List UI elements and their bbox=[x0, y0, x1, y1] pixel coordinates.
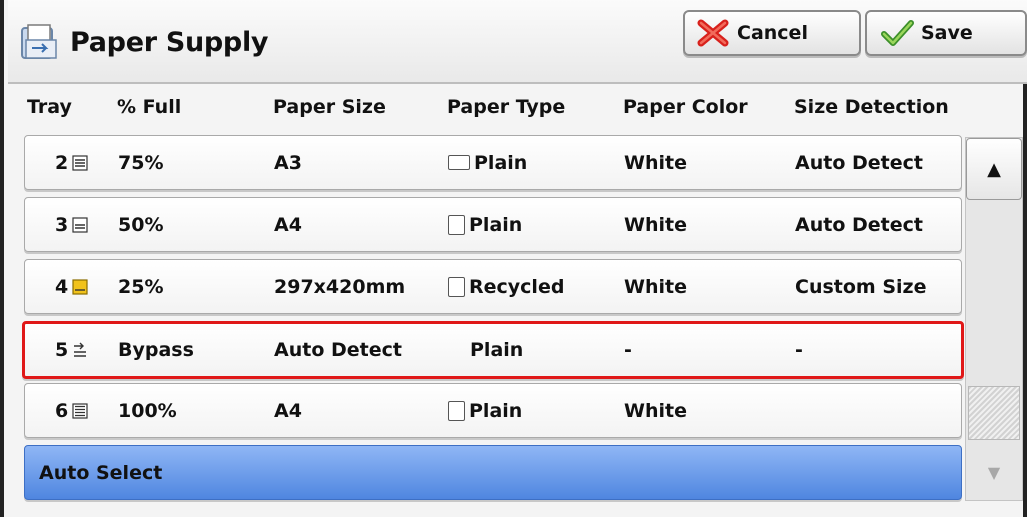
paper-type: Plain bbox=[469, 213, 523, 236]
triangle-up-icon: ▲ bbox=[987, 158, 1001, 180]
tray-level-icon bbox=[72, 154, 88, 171]
auto-select-label: Auto Select bbox=[39, 461, 163, 484]
paper-type: Recycled bbox=[469, 275, 565, 298]
paper-size: A3 bbox=[274, 151, 302, 174]
tray-number: 6 bbox=[55, 399, 69, 422]
paper-size: A4 bbox=[274, 213, 302, 236]
paper-supply-icon bbox=[21, 24, 57, 59]
page-title: Paper Supply bbox=[70, 27, 269, 58]
portrait-paper-icon bbox=[448, 276, 465, 297]
bypass-tray-icon bbox=[74, 342, 87, 357]
scroll-down-button[interactable]: ▼ bbox=[966, 444, 1022, 500]
tray-low-icon bbox=[72, 278, 88, 295]
save-button[interactable]: Save bbox=[865, 10, 1027, 56]
column-header-paper-size: Paper Size bbox=[273, 96, 386, 118]
header-bar: Paper Supply Cancel Save bbox=[8, 0, 1027, 84]
tray-level-icon bbox=[72, 216, 88, 233]
percent-full: 25% bbox=[118, 275, 164, 298]
percent-full: 75% bbox=[118, 151, 164, 174]
tray-row-3[interactable]: 3 50% A4 Plain White Auto Detect bbox=[24, 197, 962, 252]
paper-color: White bbox=[624, 213, 687, 236]
landscape-paper-icon bbox=[448, 155, 470, 170]
scroll-up-button[interactable]: ▲ bbox=[966, 138, 1022, 200]
portrait-paper-icon bbox=[448, 214, 465, 235]
tray-row-2[interactable]: 2 75% A3 Plain White Auto Detect bbox=[24, 135, 962, 190]
tray-number: 2 bbox=[55, 151, 69, 174]
column-header-tray: Tray bbox=[27, 96, 72, 118]
tray-row-6[interactable]: 6 100% A4 Plain White bbox=[24, 383, 962, 438]
cancel-x-icon bbox=[697, 19, 729, 47]
size-detection: - bbox=[795, 339, 803, 361]
paper-size: Auto Detect bbox=[274, 339, 402, 361]
save-label: Save bbox=[921, 22, 973, 44]
size-detection: Auto Detect bbox=[795, 151, 923, 174]
column-header-size-detection: Size Detection bbox=[794, 96, 949, 118]
paper-color: White bbox=[624, 151, 687, 174]
scroll-thumb[interactable] bbox=[968, 386, 1020, 440]
auto-select-row[interactable]: Auto Select bbox=[24, 445, 962, 500]
percent-full: 50% bbox=[118, 213, 164, 236]
tray-number: 5 bbox=[55, 339, 69, 361]
paper-color: White bbox=[624, 399, 687, 422]
checkmark-icon bbox=[881, 20, 914, 46]
column-header-full: % Full bbox=[117, 96, 182, 118]
scrollbar[interactable]: ▲ ▼ bbox=[965, 137, 1023, 501]
paper-type: Plain bbox=[470, 339, 524, 361]
portrait-paper-icon bbox=[448, 400, 465, 421]
tray-number: 3 bbox=[55, 213, 69, 236]
tray-number: 4 bbox=[55, 275, 69, 298]
size-detection: Auto Detect bbox=[795, 213, 923, 236]
tray-list: 2 75% A3 Plain White Auto Detect 3 50% A… bbox=[22, 135, 964, 507]
size-detection: Custom Size bbox=[795, 275, 927, 298]
percent-full: Bypass bbox=[118, 339, 194, 361]
tray-row-5[interactable]: 5 Bypass Auto Detect Plain - - bbox=[22, 321, 964, 379]
paper-supply-screen: Paper Supply Cancel Save Tray % Full Pap… bbox=[0, 0, 1027, 517]
column-header-paper-type: Paper Type bbox=[447, 96, 566, 118]
paper-type: Plain bbox=[469, 399, 523, 422]
percent-full: 100% bbox=[118, 399, 177, 422]
paper-size: 297x420mm bbox=[274, 275, 406, 298]
paper-color: - bbox=[624, 339, 632, 361]
tray-level-icon bbox=[72, 402, 88, 419]
triangle-down-icon: ▼ bbox=[987, 462, 1001, 482]
cancel-label: Cancel bbox=[737, 22, 808, 44]
column-header-paper-color: Paper Color bbox=[623, 96, 748, 118]
cancel-button[interactable]: Cancel bbox=[683, 10, 861, 56]
paper-type: Plain bbox=[474, 151, 528, 174]
paper-size: A4 bbox=[274, 399, 302, 422]
tray-row-4[interactable]: 4 25% 297x420mm Recycled White Custom Si… bbox=[24, 259, 962, 314]
paper-color: White bbox=[624, 275, 687, 298]
